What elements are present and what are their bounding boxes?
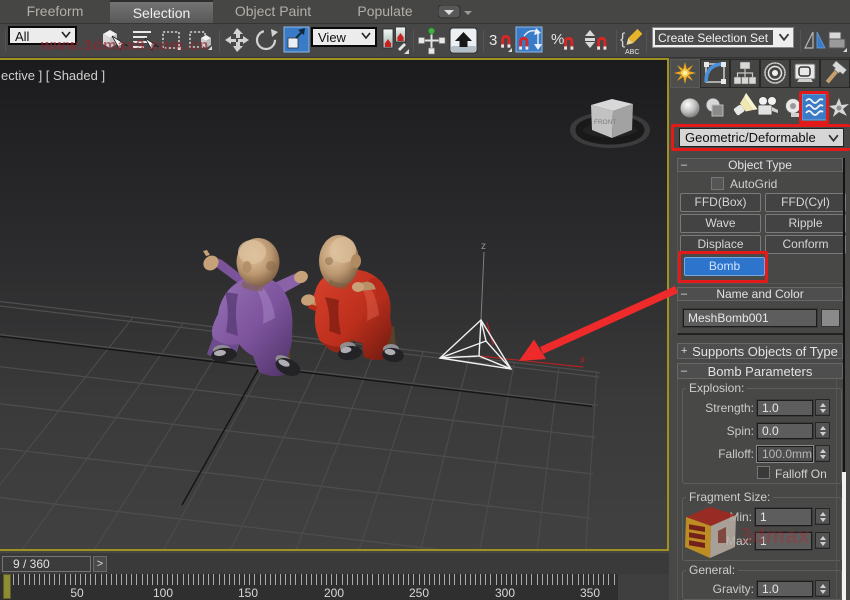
- svg-text:FRONT: FRONT: [594, 119, 616, 126]
- svg-text:3: 3: [489, 32, 497, 49]
- svg-text:{: {: [620, 31, 626, 48]
- svg-text:%: %: [551, 31, 564, 48]
- svg-text:ABC: ABC: [625, 49, 639, 56]
- svg-text:x: x: [580, 355, 585, 366]
- svg-text:3dmax: 3dmax: [740, 523, 810, 548]
- svg-text:z: z: [481, 241, 486, 252]
